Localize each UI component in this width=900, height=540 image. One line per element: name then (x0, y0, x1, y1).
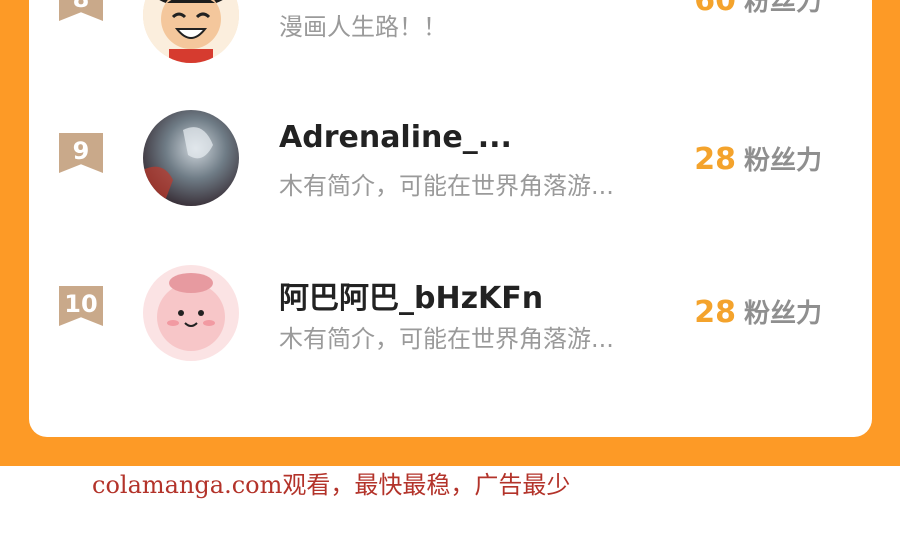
dark-photo-avatar[interactable] (143, 110, 239, 206)
rank-badge: 9 (59, 133, 103, 173)
score-value: 28 (694, 295, 736, 330)
ranking-row[interactable]: 10 阿巴阿巴_bHzKFn 木有简介，可能在世界角落游... 28 粉丝力 (29, 263, 872, 383)
user-name[interactable]: Adrenaline_... (279, 120, 512, 155)
user-name[interactable]: 阿巴阿巴_bHzKFn (279, 273, 543, 317)
user-description: 木有简介，可能在世界角落游... (279, 325, 614, 353)
rank-badge: 8 (59, 0, 103, 21)
score-unit: 粉丝力 (743, 0, 822, 17)
ranking-row[interactable]: 8 晓赐 漫画人生路！！ 60粉丝力 (29, 0, 872, 75)
score-unit: 粉丝力 (743, 146, 822, 176)
rank-badge: 10 (59, 286, 103, 326)
score-value: 28 (694, 142, 736, 177)
fan-ranking-card: 8 晓赐 漫画人生路！！ 60粉丝力 9 (29, 0, 872, 437)
score-value: 60 (694, 0, 736, 18)
score-unit: 粉丝力 (743, 299, 822, 329)
user-description: 木有简介，可能在世界角落游... (279, 172, 614, 200)
fan-power-score: 28 粉丝力 (694, 293, 822, 330)
fan-power-score: 60 粉丝力 (694, 0, 822, 18)
user-description: 漫画人生路！！ (279, 13, 447, 41)
ranking-row[interactable]: 9 Adrenaline_... 木有简介，可能在世界角落游... 28 粉丝力 (29, 110, 872, 230)
fan-power-score: 28 粉丝力 (694, 140, 822, 177)
cartoon-boy-avatar[interactable] (143, 0, 239, 63)
pink-blob-avatar[interactable] (143, 265, 239, 361)
watermark-text: colamanga.com观看，最快最稳，广告最少 (92, 471, 571, 499)
